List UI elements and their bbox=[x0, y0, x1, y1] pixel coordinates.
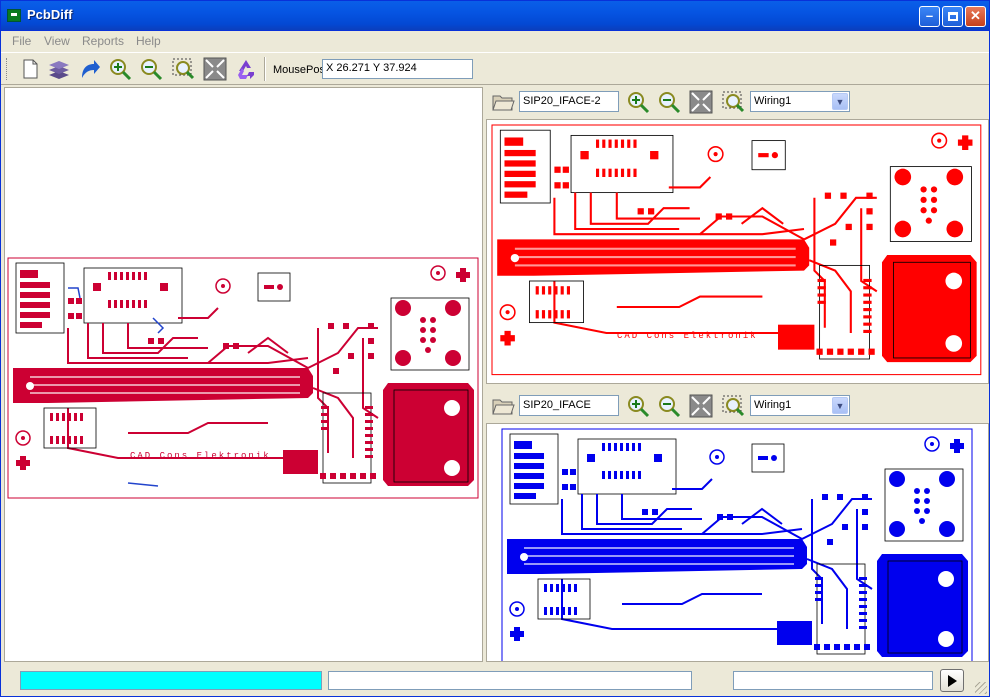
minimize-icon: – bbox=[925, 8, 934, 23]
open-file-button-top[interactable] bbox=[490, 90, 516, 114]
panel-top-toolbar: SIP20_IFACE-2 Wiring1 ▼ bbox=[486, 87, 989, 117]
menu-reports[interactable]: Reports bbox=[82, 34, 124, 48]
zoom-out-button[interactable] bbox=[138, 57, 164, 81]
status-bar bbox=[1, 664, 989, 696]
zoom-window-icon bbox=[172, 58, 195, 80]
new-document-icon bbox=[23, 59, 38, 79]
title-bar[interactable]: PcbDiff – ✕ bbox=[1, 1, 989, 31]
minimize-button[interactable]: – bbox=[919, 6, 940, 27]
recycle-icon bbox=[238, 60, 254, 79]
zoom-fit-button[interactable] bbox=[202, 57, 228, 81]
open-file-button-bottom[interactable] bbox=[490, 394, 516, 418]
mousepos-field[interactable]: X 26.271 Y 37.924 bbox=[322, 59, 473, 79]
menu-view[interactable]: View bbox=[44, 34, 70, 48]
panel-bottom-zoom-in-button[interactable] bbox=[625, 394, 651, 418]
layers-icon bbox=[49, 61, 69, 79]
zoom-window-icon bbox=[722, 91, 745, 113]
toolbar-grip[interactable] bbox=[6, 58, 9, 80]
toolbar-separator bbox=[264, 57, 266, 81]
menu-help[interactable]: Help bbox=[136, 34, 161, 48]
close-button[interactable]: ✕ bbox=[965, 6, 986, 27]
zoom-in-icon bbox=[110, 59, 132, 81]
panel-top-zoom-out-button[interactable] bbox=[656, 90, 682, 114]
progress-bar bbox=[20, 671, 322, 690]
zoom-fit-icon bbox=[689, 394, 713, 418]
chevron-down-icon[interactable]: ▼ bbox=[832, 93, 848, 110]
panel-top-layer-value: Wiring1 bbox=[754, 95, 792, 107]
zoom-out-icon bbox=[141, 59, 163, 81]
zoom-in-button[interactable] bbox=[107, 57, 133, 81]
panel-bottom-layer-select[interactable]: Wiring1 ▼ bbox=[750, 395, 850, 416]
panel-top-zoom-window-button[interactable] bbox=[720, 90, 746, 114]
redo-arrow-icon bbox=[82, 60, 100, 78]
maximize-icon bbox=[947, 12, 958, 21]
zoom-window-button[interactable] bbox=[170, 57, 196, 81]
panel-bottom-zoom-window-button[interactable] bbox=[720, 394, 746, 418]
zoom-fit-icon bbox=[203, 57, 227, 81]
panel-top-board-label: CAD Cons Elektronik bbox=[617, 331, 758, 341]
panel-bottom-layer-value: Wiring1 bbox=[754, 399, 792, 411]
overview-board: CAD Cons Elektronik bbox=[7, 257, 479, 499]
panel-top-zoom-fit-button[interactable] bbox=[688, 90, 714, 114]
mousepos-label: MousePos bbox=[273, 64, 325, 76]
zoom-window-icon bbox=[722, 395, 745, 417]
panel-bottom-zoom-fit-button[interactable] bbox=[688, 394, 714, 418]
chevron-down-icon[interactable]: ▼ bbox=[832, 397, 848, 414]
menu-bar: File View Reports Help bbox=[1, 31, 989, 51]
maximize-button[interactable] bbox=[942, 6, 963, 27]
zoom-in-icon bbox=[628, 396, 650, 418]
new-button[interactable] bbox=[17, 57, 43, 81]
layers-button[interactable] bbox=[46, 57, 72, 81]
menu-file[interactable]: File bbox=[12, 34, 31, 48]
resize-grip[interactable] bbox=[975, 682, 987, 694]
main-toolbar: MousePos X 26.271 Y 37.924 bbox=[1, 52, 989, 85]
status-message-field bbox=[328, 671, 692, 690]
panel-top-zoom-in-button[interactable] bbox=[625, 90, 651, 114]
panel-top-pcb-view[interactable]: CAD Cons Elektronik bbox=[486, 119, 989, 384]
folder-open-icon bbox=[492, 399, 515, 415]
panel-top-name-field[interactable]: SIP20_IFACE-2 bbox=[519, 91, 619, 112]
panel-bottom-zoom-out-button[interactable] bbox=[656, 394, 682, 418]
panel-bottom-board bbox=[501, 428, 973, 661]
folder-open-icon bbox=[492, 95, 515, 111]
zoom-in-icon bbox=[628, 92, 650, 114]
status-input-field[interactable] bbox=[733, 671, 933, 690]
app-window: PcbDiff – ✕ File View Reports Help Mouse… bbox=[0, 0, 990, 697]
panel-top-layer-select[interactable]: Wiring1 ▼ bbox=[750, 91, 850, 112]
panel-bottom-name-field[interactable]: SIP20_IFACE bbox=[519, 395, 619, 416]
panel-bottom-toolbar: SIP20_IFACE Wiring1 ▼ bbox=[486, 391, 989, 421]
redo-button[interactable] bbox=[77, 57, 103, 81]
refresh-button[interactable] bbox=[233, 57, 259, 81]
zoom-fit-icon bbox=[689, 90, 713, 114]
compare-panels: SIP20_IFACE-2 Wiring1 ▼ CAD Cons Elektro… bbox=[486, 87, 989, 662]
zoom-out-icon bbox=[659, 92, 681, 114]
window-title: PcbDiff bbox=[27, 7, 73, 22]
panel-top-board: CAD Cons Elektronik bbox=[490, 123, 982, 376]
close-icon: ✕ bbox=[970, 8, 981, 23]
zoom-out-icon bbox=[659, 396, 681, 418]
play-button[interactable] bbox=[940, 669, 964, 692]
panel-bottom-pcb-view[interactable] bbox=[486, 423, 989, 662]
overview-board-label: CAD Cons Elektronik bbox=[130, 451, 271, 461]
app-icon bbox=[7, 9, 21, 22]
overview-pcb-view[interactable]: CAD Cons Elektronik bbox=[4, 87, 483, 662]
play-icon bbox=[948, 674, 957, 687]
